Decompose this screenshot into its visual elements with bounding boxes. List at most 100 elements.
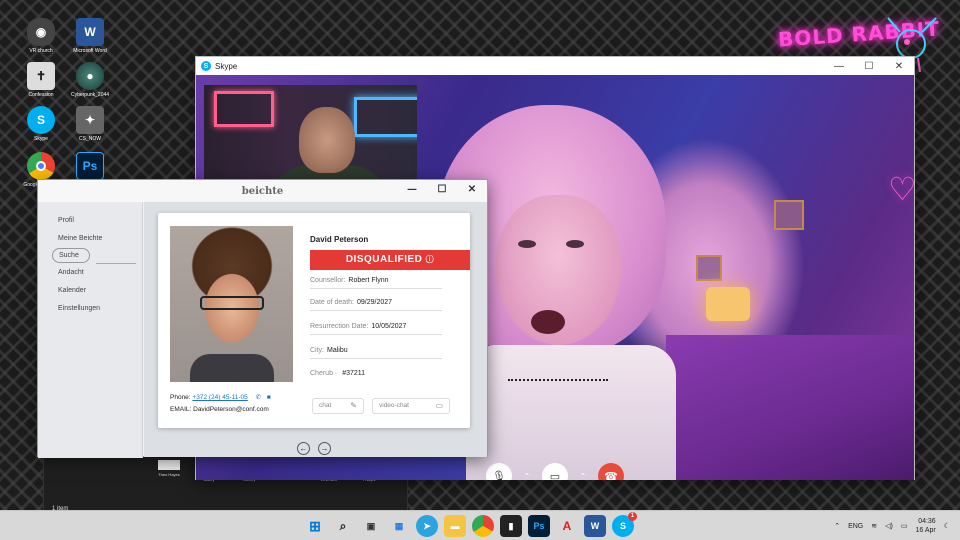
taskbar: ⊞ ⌕ ▣ ▦ ➤ ▬ ▮ Ps A W S1 ⌃ ENG ≋ ◁) ▭ 04:…: [0, 510, 960, 540]
minimize-button[interactable]: —: [397, 184, 427, 195]
next-arrow-icon[interactable]: →: [318, 442, 331, 455]
microphone-icon: 🎙: [492, 470, 506, 481]
acrobat-icon[interactable]: A: [556, 515, 578, 537]
lamp: [706, 287, 750, 321]
chevron-up-icon[interactable]: ⌃: [520, 469, 534, 481]
desktop-icon-label: Microsoft Word: [73, 48, 107, 54]
profile-card: David Peterson DISQUALIFIED ⓘ Counsellor…: [158, 213, 470, 428]
phone-label: Phone:: [170, 394, 191, 401]
heart-neon-icon: ♡: [888, 171, 914, 207]
title-bar[interactable]: beichte — ☐ ✕: [38, 180, 487, 202]
sidebar-item-kalender[interactable]: Kalender: [38, 282, 142, 300]
field-value: Malibu: [327, 347, 348, 354]
desktop-icon-skype[interactable]: S Skype: [16, 106, 66, 142]
field-value: 09/29/2027: [356, 299, 393, 306]
main-panel: David Peterson DISQUALIFIED ⓘ Counsellor…: [144, 202, 487, 457]
desktop-icon-photoshop[interactable]: Ps: [65, 152, 115, 182]
call-controls: 🎙 ⌃ ▭ ⌃ ☎: [486, 463, 624, 480]
window-title: Skype: [215, 61, 238, 71]
bed: [666, 335, 914, 480]
word-icon[interactable]: W: [584, 515, 606, 537]
vr-headset-icon: ◉: [27, 18, 55, 46]
avatar: [158, 460, 180, 470]
desktop-icon-confession[interactable]: ✝ Confession: [16, 62, 66, 98]
beichte-window[interactable]: beichte — ☐ ✕ Profil Meine Beichte Suche…: [37, 179, 488, 458]
field-label: Cherub: [310, 370, 333, 377]
folder-icon[interactable]: ▬: [444, 515, 466, 537]
previous-arrow-icon[interactable]: ←: [297, 442, 310, 455]
chevron-up-icon[interactable]: ⌃: [834, 522, 840, 530]
chrome-icon: [27, 152, 55, 180]
cs-icon: ✦: [76, 106, 104, 134]
desktop-icon-cs[interactable]: ✦ CS_NOW: [65, 106, 115, 142]
wall-picture: [774, 200, 804, 230]
end-call-button[interactable]: ☎: [598, 463, 624, 480]
close-button[interactable]: ✕: [457, 184, 487, 195]
photoshop-icon[interactable]: Ps: [528, 515, 550, 537]
city-field: City: Malibu: [310, 345, 442, 359]
phone-row: Phone: +372 (24) 45-11-05 ✆ ■: [170, 393, 271, 401]
microphone-button[interactable]: 🎙: [486, 463, 512, 480]
minimize-button[interactable]: —: [824, 61, 854, 72]
search-icon[interactable]: ⌕: [332, 515, 354, 537]
video-camera-icon[interactable]: ■: [267, 394, 271, 401]
sidebar-item-suche[interactable]: Suche: [52, 248, 90, 263]
field-value: 10/05/2027: [371, 323, 407, 330]
window-title: beichte: [241, 185, 284, 197]
battery-icon[interactable]: ▭: [901, 522, 908, 530]
face: [299, 107, 355, 173]
notification-badge: 1: [628, 512, 637, 521]
self-video-preview[interactable]: [204, 85, 417, 193]
cyberpunk-icon: ●: [76, 62, 104, 90]
sidebar-item-profil[interactable]: Profil: [38, 212, 142, 230]
photoshop-icon: Ps: [76, 152, 104, 180]
maximize-button[interactable]: ☐: [854, 61, 884, 72]
clock[interactable]: 04:36 16 Apr: [915, 517, 935, 535]
wifi-icon[interactable]: ≋: [871, 522, 877, 530]
title-bar[interactable]: S Skype — ☐ ✕: [196, 57, 914, 75]
contact-tile[interactable]: Theo Hayes: [156, 460, 182, 482]
start-button[interactable]: ⊞: [304, 515, 326, 537]
field-label: Date of death:: [310, 299, 354, 306]
video-camera-icon: ▭: [435, 401, 443, 410]
edit-icon: ✎: [350, 401, 357, 410]
sidebar-item-andacht[interactable]: Andacht: [38, 264, 142, 282]
skype-icon: S: [27, 106, 55, 134]
camera-button[interactable]: ▭: [542, 463, 568, 480]
info-icon: ⓘ: [425, 255, 435, 264]
video-camera-icon: ▭: [549, 470, 561, 481]
volume-icon[interactable]: ◁): [885, 522, 893, 530]
skype-icon: S: [201, 61, 211, 71]
media-app-icon[interactable]: ▮: [500, 515, 522, 537]
phone-icon[interactable]: ✆: [256, 394, 261, 401]
email-row: EMAIL: DavidPeterson@conf.com: [170, 406, 269, 413]
maximize-button[interactable]: ☐: [427, 184, 457, 195]
task-view-icon[interactable]: ▣: [360, 515, 382, 537]
telegram-icon[interactable]: ➤: [416, 515, 438, 537]
date: 16 Apr: [915, 527, 936, 534]
widgets-icon[interactable]: ▦: [388, 515, 410, 537]
desktop-icon-label: Confession: [28, 92, 54, 98]
eye: [518, 240, 536, 248]
neon-sign-decoration: [354, 97, 417, 137]
sidebar-item-einstellungen[interactable]: Einstellungen: [38, 300, 142, 318]
chevron-up-icon[interactable]: ⌃: [576, 469, 590, 481]
night-mode-icon[interactable]: ☾: [944, 522, 950, 530]
desktop-icon-word[interactable]: W Microsoft Word: [65, 18, 115, 54]
close-button[interactable]: ✕: [884, 61, 914, 72]
time: 04:36: [918, 518, 936, 525]
cherub-field: Cherub · #37211: [310, 370, 366, 377]
language-indicator[interactable]: ENG: [848, 523, 863, 530]
desktop-icon-vr-church[interactable]: ◉ VR church: [16, 18, 66, 54]
chrome-icon[interactable]: [472, 515, 494, 537]
phone-link[interactable]: +372 (24) 45-11-05: [192, 394, 247, 401]
chat-button[interactable]: chat ✎: [312, 398, 364, 414]
skype-taskbar-icon[interactable]: S1: [612, 512, 637, 537]
video-chat-button[interactable]: video-chat ▭: [372, 398, 450, 414]
desktop-icon-cyberpunk[interactable]: ● Cyberpunk_2044: [65, 62, 115, 98]
sidebar-item-meine-beichte[interactable]: Meine Beichte: [38, 230, 142, 248]
glasses: [200, 296, 264, 310]
email-value: DavidPeterson@conf.com: [193, 406, 269, 413]
counsellor-field: Counsellor: Robert Flynn: [310, 275, 442, 289]
